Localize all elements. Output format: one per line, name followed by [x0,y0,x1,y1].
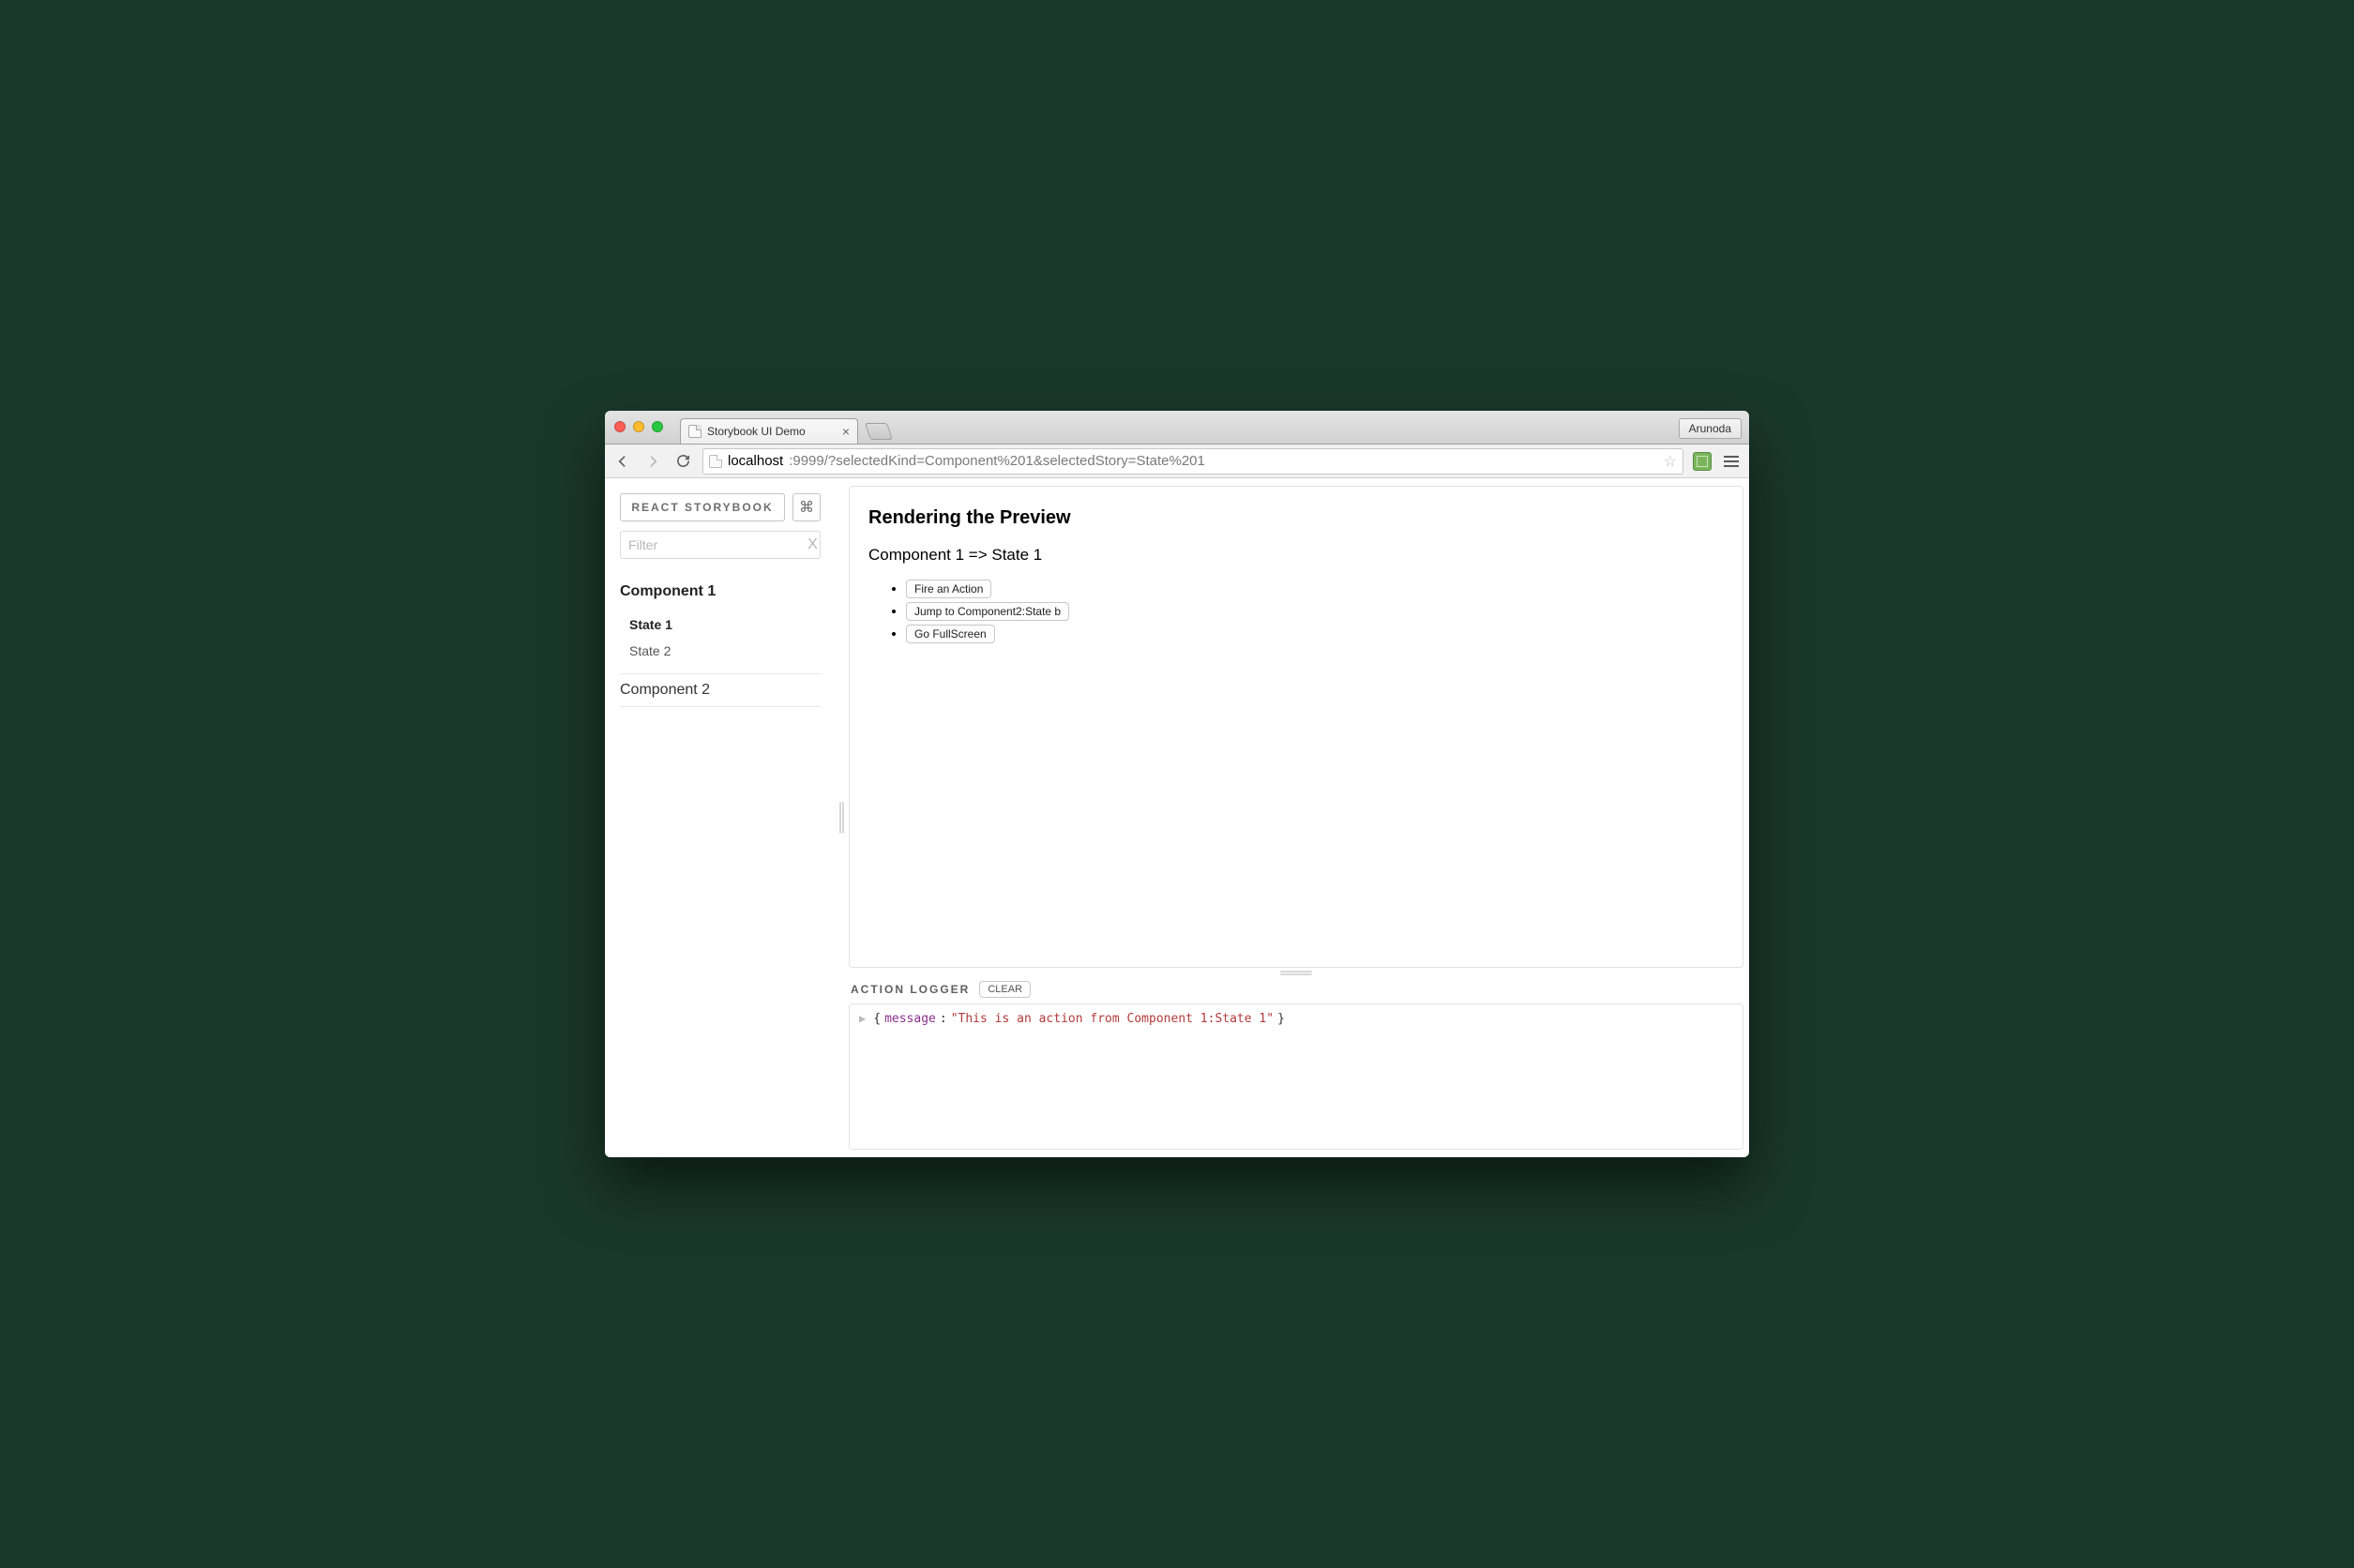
sidebar: REACT STORYBOOK ⌘ X Component 1 State [605,478,836,1157]
profile-name: Arunoda [1689,422,1731,435]
main-panel: Rendering the Preview Component 1 => Sta… [845,478,1749,1157]
story-tree: Component 1 State 1 State 2 Component 2 [620,576,821,707]
close-tab-icon[interactable]: × [842,425,850,438]
browser-tabs: Storybook UI Demo × Arunoda [680,418,1749,444]
filter-input[interactable] [620,531,806,559]
profile-button[interactable]: Arunoda [1679,418,1742,439]
window-controls [614,421,663,432]
fire-action-button[interactable]: Fire an Action [906,580,991,598]
new-tab-button[interactable] [865,423,893,440]
command-icon: ⌘ [799,498,814,517]
log-colon: : [940,1012,947,1026]
preview-heading: Rendering the Preview [868,507,1724,529]
minimize-window-button[interactable] [633,421,644,432]
preview-actions: Fire an Action Jump to Component2:State … [868,580,1724,643]
browser-menu-button[interactable] [1721,456,1742,467]
maximize-window-button[interactable] [652,421,663,432]
story-item[interactable]: State 2 [629,638,821,664]
clear-filter-button[interactable]: X [806,531,821,559]
action-logger-header: ACTION LOGGER CLEAR [845,975,1747,1003]
list-item: Jump to Component2:State b [906,602,1724,621]
list-item: Go FullScreen [906,625,1724,643]
story-item[interactable]: State 1 [629,611,821,638]
forward-button[interactable] [642,451,663,472]
kind-label: Component 2 [620,682,710,698]
story-label: State 1 [629,617,672,632]
storybook-app: REACT STORYBOOK ⌘ X Component 1 State [605,478,1749,1157]
vertical-resizer[interactable] [836,478,845,1157]
titlebar: Storybook UI Demo × Arunoda [605,411,1749,445]
tab-title: Storybook UI Demo [707,425,806,438]
page-icon [688,425,702,438]
kind-item[interactable]: Component 1 [620,576,821,608]
fullscreen-button[interactable]: Go FullScreen [906,625,995,643]
back-button[interactable] [612,451,633,472]
page-icon [709,455,722,468]
horizontal-resizer[interactable] [845,968,1747,975]
brand-button[interactable]: REACT STORYBOOK [620,493,785,521]
log-entry[interactable]: ▶ {message: "This is an action from Compo… [859,1012,1733,1026]
expand-icon[interactable]: ▶ [859,1012,866,1025]
url-host: localhost [728,453,783,469]
preview-panel: Rendering the Preview Component 1 => Sta… [849,486,1743,968]
url-path: :9999/?selectedKind=Component%201&select… [789,453,1205,469]
browser-toolbar: localhost :9999/?selectedKind=Component%2… [605,445,1749,478]
kind-item[interactable]: Component 2 [620,674,821,707]
list-item: Fire an Action [906,580,1724,598]
log-brace: { [873,1012,881,1026]
address-bar[interactable]: localhost :9999/?selectedKind=Component%2… [702,448,1683,475]
bookmark-star-icon[interactable]: ☆ [1664,452,1677,471]
brand-label: REACT STORYBOOK [631,501,773,514]
kind-label: Component 1 [620,583,716,599]
action-logger-panel: ▶ {message: "This is an action from Compo… [849,1003,1743,1150]
clear-logger-button[interactable]: CLEAR [979,981,1031,998]
close-window-button[interactable] [614,421,626,432]
reload-button[interactable] [672,451,693,472]
log-key: message [884,1012,936,1026]
jump-button[interactable]: Jump to Component2:State b [906,602,1069,621]
preview-subheading: Component 1 => State 1 [868,546,1724,565]
story-label: State 2 [629,643,671,658]
browser-window: Storybook UI Demo × Arunoda localhost :99… [605,411,1749,1157]
story-list: State 1 State 2 [620,608,821,674]
clear-x-label: X [807,536,818,553]
log-brace: } [1277,1012,1285,1026]
action-logger-title: ACTION LOGGER [851,983,970,996]
extension-icon[interactable] [1693,452,1712,471]
shortcuts-button[interactable]: ⌘ [792,493,821,521]
browser-tab[interactable]: Storybook UI Demo × [680,418,858,444]
log-value: "This is an action from Component 1:Stat… [951,1012,1274,1026]
